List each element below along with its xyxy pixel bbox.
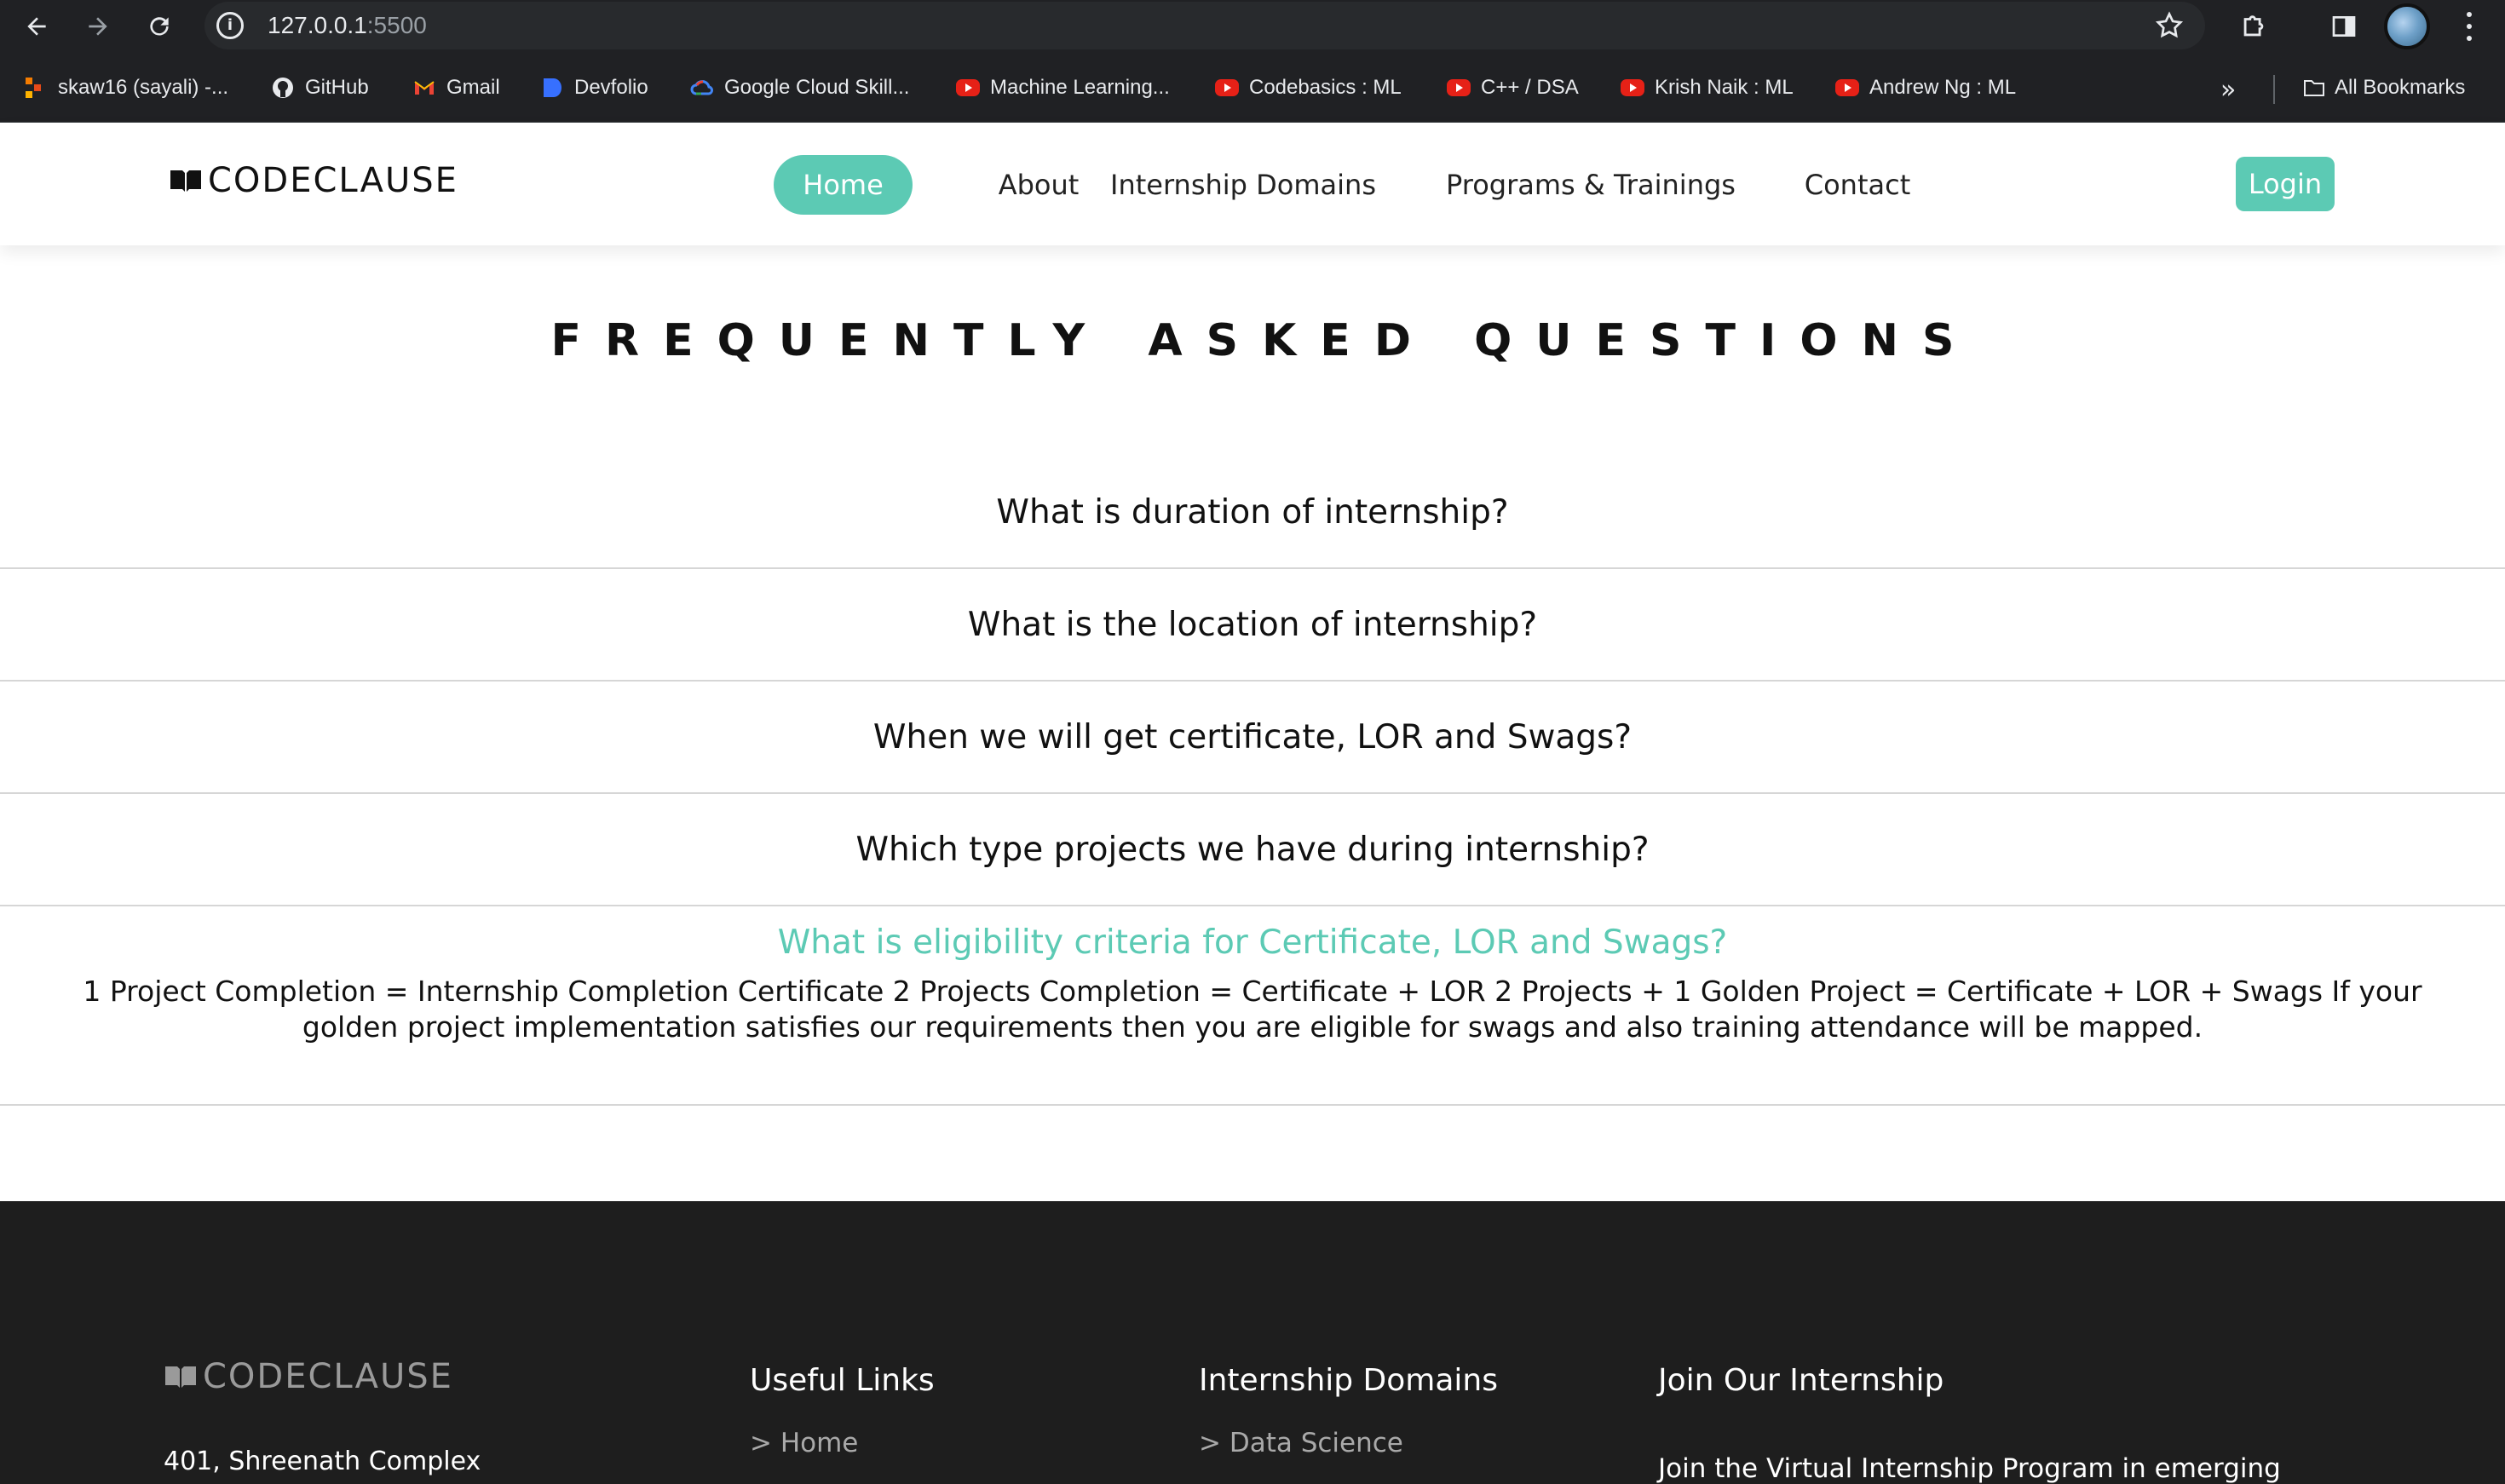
bookmark-item[interactable]: Devfolio (540, 73, 648, 102)
footer-useful-links-title: Useful Links (750, 1363, 935, 1398)
bookmarks-bar: skaw16 (sayali) -... GitHub Gmail Devfol… (0, 53, 2505, 123)
faq-item[interactable]: When we will get certificate, LOR and Sw… (0, 682, 2505, 794)
nav-home[interactable]: Home (774, 155, 913, 215)
bookmark-item[interactable]: Gmail (412, 73, 500, 102)
footer-link-home[interactable]: > Home (750, 1428, 858, 1458)
footer-address: 401, Shreenath Complex (164, 1447, 481, 1476)
faq-question[interactable]: What is the location of internship? (968, 606, 1537, 644)
nav-internship-domains[interactable]: Internship Domains (1092, 155, 1394, 215)
site-info-icon[interactable]: i (216, 12, 244, 39)
faq-question[interactable]: What is duration of internship? (996, 493, 1508, 532)
arrow-left-icon (27, 17, 46, 36)
site-header: CODECLAUSE Home About Internship Domains… (0, 123, 2505, 245)
reload-button[interactable] (140, 7, 179, 46)
book-icon (170, 170, 201, 192)
footer-join-text: Join the Virtual Internship Program in e… (1658, 1453, 2281, 1484)
url-text[interactable]: 127.0.0.1:5500 (268, 12, 427, 39)
faq-question[interactable]: Which type projects we have during inter… (855, 831, 1649, 869)
site-footer: CODECLAUSE 401, Shreenath Complex Useful… (0, 1201, 2505, 1484)
site-logo[interactable]: CODECLAUSE (169, 164, 458, 198)
faq-question[interactable]: What is eligibility criteria for Certifi… (0, 906, 2505, 962)
faq-item[interactable]: Which type projects we have during inter… (0, 794, 2505, 906)
bookmark-item[interactable]: Machine Learning... (956, 73, 1170, 102)
back-button[interactable] (17, 7, 56, 46)
side-panel-icon (2332, 16, 2356, 37)
extensions-button[interactable] (2234, 7, 2273, 46)
bookmarks-overflow-icon[interactable]: » (2220, 75, 2236, 105)
faq-question[interactable]: When we will get certificate, LOR and Sw… (873, 718, 1632, 756)
colorful-squares-icon (24, 76, 48, 100)
devfolio-icon (540, 76, 564, 100)
login-button[interactable]: Login (2236, 157, 2335, 211)
profile-avatar[interactable] (2384, 3, 2430, 49)
faq-item[interactable]: What is the location of internship? (0, 569, 2505, 682)
bookmark-item[interactable]: skaw16 (sayali) -... (24, 73, 228, 102)
youtube-icon (1835, 79, 1859, 96)
footer-join-title: Join Our Internship (1658, 1363, 1944, 1398)
reload-icon (150, 17, 169, 36)
folder-icon (2301, 76, 2324, 100)
bookmark-item[interactable]: GitHub (271, 73, 369, 102)
browser-toolbar: i 127.0.0.1:5500 (0, 0, 2505, 53)
bookmark-item[interactable]: C++ / DSA (1447, 73, 1579, 102)
arrow-right-icon (89, 17, 107, 36)
forward-button[interactable] (78, 7, 118, 46)
faq-title: FREQUENTLY ASKED QUESTIONS (550, 315, 1978, 366)
faq-answer: 1 Project Completion = Internship Comple… (83, 975, 2422, 1044)
gmail-icon (412, 76, 436, 100)
side-panel-button[interactable] (2324, 7, 2364, 46)
footer-logo[interactable]: CODECLAUSE (164, 1360, 453, 1394)
bookmarks-divider (2273, 75, 2275, 104)
github-icon (271, 76, 295, 100)
footer-link-data-science[interactable]: > Data Science (1199, 1428, 1403, 1458)
google-cloud-icon (690, 76, 714, 100)
youtube-icon (1447, 79, 1471, 96)
bookmark-star-icon[interactable] (2154, 10, 2185, 41)
youtube-icon (956, 79, 980, 96)
nav-programs-trainings[interactable]: Programs & Trainings (1442, 155, 1740, 215)
youtube-icon (1215, 79, 1239, 96)
browser-menu-icon[interactable] (2452, 9, 2486, 44)
bookmark-item[interactable]: Krish Naik : ML (1621, 73, 1794, 102)
all-bookmarks-button[interactable]: All Bookmarks (2301, 73, 2465, 102)
bookmark-item[interactable]: Andrew Ng : ML (1835, 73, 2016, 102)
youtube-icon (1621, 79, 1644, 96)
address-bar[interactable]: i 127.0.0.1:5500 (204, 2, 2205, 49)
faq-item[interactable]: What is duration of internship? (0, 457, 2505, 569)
bookmark-item[interactable]: Codebasics : ML (1215, 73, 1402, 102)
book-icon (165, 1366, 196, 1388)
bookmark-item[interactable]: Google Cloud Skill... (690, 73, 909, 102)
faq-item-expanded[interactable]: What is eligibility criteria for Certifi… (0, 906, 2505, 1106)
nav-contact[interactable]: Contact (1798, 155, 1917, 215)
footer-domains-title: Internship Domains (1199, 1363, 1498, 1398)
puzzle-icon (2243, 15, 2264, 37)
